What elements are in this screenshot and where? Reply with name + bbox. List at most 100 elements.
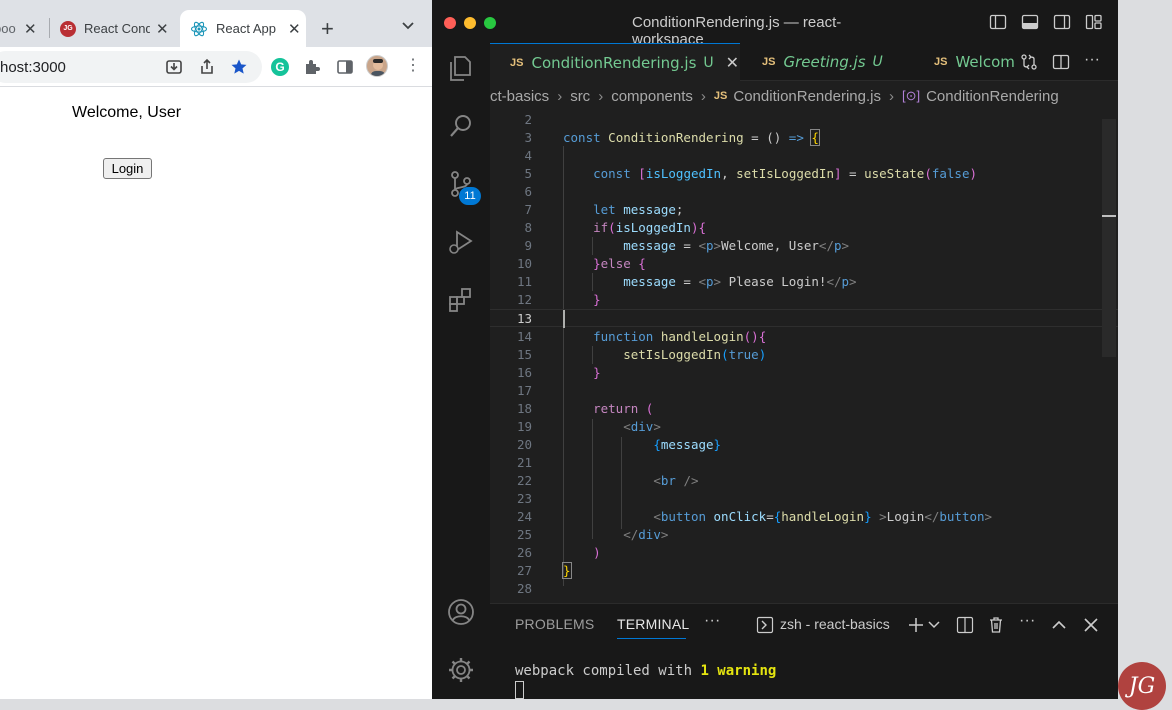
explorer-files-icon[interactable] (446, 53, 476, 83)
browser-tab-react-app[interactable]: React App ✕ (180, 10, 306, 47)
url-text[interactable]: host:3000 (0, 59, 66, 76)
side-panel-icon[interactable] (336, 58, 354, 76)
editor-tab-greeting[interactable]: JS Greeting.js U (740, 43, 912, 81)
welcome-message: Welcome, User (72, 104, 182, 121)
breadcrumb: ct-basics › src › components › JS Condit… (490, 81, 1118, 111)
line-number: 8 (524, 220, 532, 235)
breadcrumb-item[interactable]: src (570, 88, 590, 105)
search-icon[interactable] (446, 111, 476, 141)
code-editor[interactable]: 2 3 const ConditionRendering = () => { 4 … (490, 111, 1118, 603)
close-icon[interactable]: ✕ (24, 20, 37, 38)
text-cursor (563, 310, 565, 328)
line-number: 2 (524, 112, 532, 127)
code-line: }else { (593, 256, 646, 271)
line-number: 10 (516, 256, 532, 271)
breadcrumb-file[interactable]: ConditionRendering.js (733, 88, 881, 105)
line-number: 23 (516, 491, 532, 506)
close-icon[interactable]: ✕ (156, 20, 169, 38)
address-bar[interactable]: host:3000 (0, 51, 262, 83)
gear-icon[interactable] (446, 655, 476, 685)
toggle-panel-icon[interactable] (1021, 13, 1039, 31)
line-number: 22 (516, 473, 532, 488)
editor-scrollbar[interactable] (1102, 119, 1116, 357)
browser-tab-title: React Cond (84, 21, 150, 36)
line-number: 4 (524, 148, 532, 163)
terminal-shell-name[interactable]: zsh - react-basics (780, 616, 890, 632)
code-line: let message; (593, 202, 684, 217)
run-debug-icon[interactable] (446, 227, 476, 257)
close-panel-icon[interactable] (1082, 616, 1100, 634)
line-number: 5 (524, 166, 532, 181)
editor-tab-filename: ConditionRendering.js (531, 53, 697, 72)
line-number: 24 (516, 509, 532, 524)
extensions-puzzle-icon[interactable] (303, 58, 321, 76)
toggle-primary-sidebar-icon[interactable] (989, 13, 1007, 31)
code-line: </div> (623, 527, 669, 542)
split-editor-icon[interactable] (1052, 53, 1070, 71)
terminal-output: webpack compiled with 1 warning (515, 663, 776, 679)
browser-tab-react-cond[interactable]: JG React Cond ✕ (60, 10, 176, 47)
toggle-secondary-sidebar-icon[interactable] (1053, 13, 1071, 31)
browser-tab-boot[interactable]: boot ✕ (0, 10, 42, 47)
accounts-icon[interactable] (446, 597, 476, 627)
line-number: 27 (516, 563, 532, 578)
terminal-warning: 1 warning (700, 663, 777, 679)
line-number: 6 (524, 184, 532, 199)
avatar[interactable] (366, 55, 388, 77)
tab-problems[interactable]: PROBLEMS (515, 616, 594, 632)
panel-more-icon[interactable]: ··· (704, 612, 721, 630)
more-actions-icon[interactable]: ··· (1084, 51, 1102, 69)
tab-terminal[interactable]: TERMINAL (617, 616, 689, 632)
code-line: ) (593, 545, 601, 560)
grammarly-extension-icon[interactable]: G (271, 58, 289, 76)
line-number: 19 (516, 419, 532, 434)
line-number: 28 (516, 581, 532, 596)
line-number: 21 (516, 455, 532, 470)
login-button[interactable]: Login (103, 158, 152, 179)
javascript-file-icon: JS (713, 90, 728, 102)
zoom-window-button[interactable] (484, 17, 496, 29)
open-changes-icon[interactable] (1020, 53, 1038, 71)
breadcrumb-item[interactable]: components (611, 88, 693, 105)
new-tab-button[interactable]: + (321, 18, 334, 40)
extensions-icon[interactable] (446, 285, 476, 315)
line-number: 3 (524, 130, 532, 145)
split-terminal-icon[interactable] (956, 616, 974, 634)
line-number: 26 (516, 545, 532, 560)
code-line: } (593, 365, 601, 380)
chevron-right-icon: › (888, 87, 894, 105)
browser-window: boot ✕ JG React Cond ✕ React App ✕ + hos… (0, 0, 432, 699)
trash-icon[interactable] (987, 616, 1005, 634)
editor-tab-welcome[interactable]: JS Welcom (912, 43, 1022, 81)
bookmark-star-icon[interactable] (230, 58, 248, 76)
line-number: 11 (516, 274, 532, 289)
maximize-panel-icon[interactable] (1050, 616, 1068, 634)
channel-logo: JG (1118, 662, 1166, 710)
active-tab-indicator (617, 638, 686, 639)
breadcrumb-symbol[interactable]: ConditionRendering (926, 88, 1059, 105)
untracked-badge: U (703, 54, 714, 71)
close-icon[interactable]: ✕ (288, 20, 301, 38)
terminal-cursor (515, 681, 524, 699)
share-icon[interactable] (198, 58, 216, 76)
customize-layout-icon[interactable] (1085, 13, 1103, 31)
panel-more-actions-icon[interactable]: ··· (1019, 612, 1036, 630)
new-terminal-icon[interactable] (907, 616, 925, 634)
breadcrumb-item[interactable]: ct-basics (490, 88, 549, 105)
symbol-variable-icon: [⊙] (901, 88, 921, 103)
editor-tab-conditionrendering[interactable]: JS ConditionRendering.js U ✕ (490, 43, 740, 81)
close-window-button[interactable] (444, 17, 456, 29)
chevron-down-icon[interactable] (928, 620, 940, 630)
install-app-icon[interactable] (165, 58, 183, 76)
chevron-down-icon[interactable] (402, 22, 414, 30)
minimize-window-button[interactable] (464, 17, 476, 29)
line-number: 17 (516, 383, 532, 398)
line-number: 7 (524, 202, 532, 217)
code-line: <div> (623, 419, 661, 434)
browser-menu-icon[interactable]: ⋮ (405, 58, 421, 74)
code-line: } (562, 562, 572, 579)
line-number: 18 (516, 401, 532, 416)
scrollbar-cursor-marker (1102, 215, 1116, 217)
line-number: 16 (516, 365, 532, 380)
close-icon[interactable]: ✕ (726, 53, 739, 72)
